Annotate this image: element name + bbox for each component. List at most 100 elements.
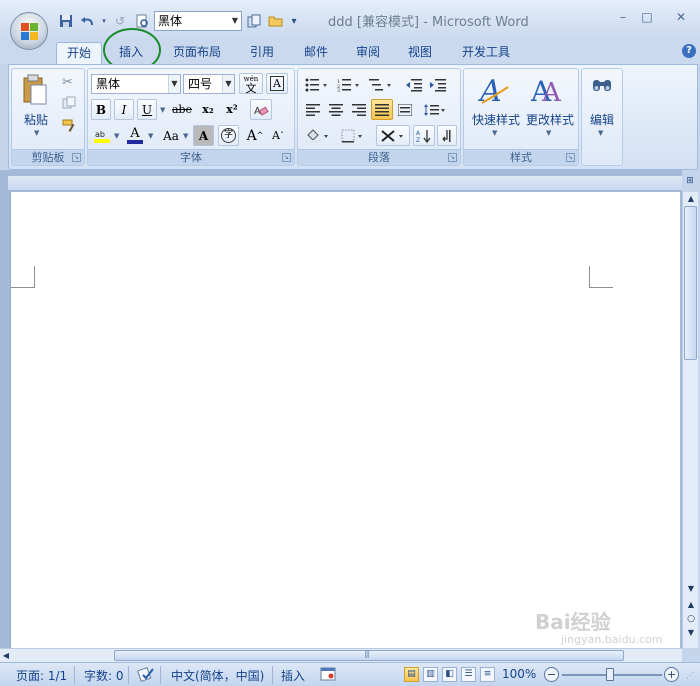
- change-styles-icon[interactable]: AA: [530, 73, 564, 110]
- bullets-icon[interactable]: [302, 74, 332, 95]
- multilevel-list-icon[interactable]: [366, 74, 396, 95]
- qat-font-combo[interactable]: 黑体 ▼: [154, 11, 242, 31]
- quick-styles-label[interactable]: 快速样式: [468, 111, 524, 128]
- align-left-icon[interactable]: [302, 99, 324, 120]
- full-screen-reading-icon[interactable]: ▥: [423, 667, 438, 682]
- vertical-scroll-thumb[interactable]: [684, 206, 697, 360]
- paste-dropdown-icon[interactable]: ▼: [34, 129, 39, 137]
- cut-icon[interactable]: ✂: [62, 75, 73, 90]
- quick-styles-icon[interactable]: A: [477, 73, 510, 110]
- maximize-button[interactable]: □: [638, 10, 656, 26]
- paragraph-launcher-icon[interactable]: ↘: [448, 153, 457, 162]
- change-case-button[interactable]: Aa: [158, 125, 184, 146]
- subscript-button[interactable]: x₂: [197, 99, 219, 120]
- tab-mailings[interactable]: 邮件: [294, 42, 338, 64]
- scroll-left-icon[interactable]: ◀: [0, 649, 12, 662]
- align-center-icon[interactable]: [325, 99, 347, 120]
- zoom-in-icon[interactable]: +: [664, 667, 679, 682]
- zoom-out-icon[interactable]: −: [544, 667, 559, 682]
- change-case-dropdown-icon[interactable]: ▼: [183, 132, 188, 140]
- italic-button[interactable]: I: [114, 99, 134, 120]
- minimize-button[interactable]: –: [614, 10, 632, 26]
- strikethrough-button[interactable]: abe: [169, 99, 195, 120]
- tab-home[interactable]: 开始: [56, 42, 102, 64]
- ruler-toggle-icon[interactable]: ⊞: [683, 176, 697, 190]
- asian-layout-icon[interactable]: [376, 125, 410, 146]
- vertical-scrollbar[interactable]: ▲ ▼ ▲ ○ ▼: [682, 192, 698, 648]
- format-painter-icon[interactable]: [62, 119, 78, 136]
- shrink-font-button[interactable]: Aˇ: [268, 125, 288, 146]
- copy-format-icon[interactable]: [62, 96, 76, 112]
- proofing-icon[interactable]: [136, 666, 155, 685]
- paste-icon[interactable]: [22, 74, 48, 109]
- previous-page-icon[interactable]: ▲: [683, 598, 699, 612]
- bold-button[interactable]: B: [91, 99, 111, 120]
- copy-icon[interactable]: [244, 11, 264, 31]
- draft-view-icon[interactable]: ≡: [480, 667, 495, 682]
- quick-styles-dropdown-icon[interactable]: ▼: [492, 129, 497, 137]
- line-spacing-icon[interactable]: [420, 99, 450, 120]
- tab-review[interactable]: 审阅: [346, 42, 390, 64]
- zoom-slider-thumb[interactable]: [606, 668, 614, 681]
- tab-references[interactable]: 引用: [240, 42, 284, 64]
- paste-label[interactable]: 粘贴: [18, 111, 54, 128]
- page-count[interactable]: 页面: 1/1: [16, 667, 67, 684]
- web-layout-icon[interactable]: ◧: [442, 667, 457, 682]
- font-color-dropdown-icon[interactable]: ▼: [148, 132, 153, 140]
- underline-dropdown-icon[interactable]: ▼: [160, 106, 165, 114]
- superscript-button[interactable]: x²: [221, 99, 243, 120]
- highlight-icon[interactable]: ab: [91, 125, 113, 146]
- next-page-icon[interactable]: ▼: [683, 626, 699, 640]
- document-page[interactable]: [10, 192, 680, 648]
- decrease-indent-icon[interactable]: [402, 74, 426, 95]
- office-button[interactable]: [10, 12, 48, 50]
- undo-icon[interactable]: [78, 11, 98, 31]
- tab-developer[interactable]: 开发工具: [452, 42, 520, 64]
- tab-page-layout[interactable]: 页面布局: [164, 42, 230, 64]
- font-name-combo[interactable]: 黑体 ▼: [91, 74, 181, 94]
- font-launcher-icon[interactable]: ↘: [282, 153, 291, 162]
- insert-mode[interactable]: 插入: [281, 667, 305, 684]
- change-styles-dropdown-icon[interactable]: ▼: [546, 129, 551, 137]
- sort-icon[interactable]: AZ: [413, 125, 435, 146]
- font-size-combo[interactable]: 四号 ▼: [183, 74, 235, 94]
- close-button[interactable]: ✕: [672, 10, 690, 26]
- editing-label[interactable]: 编辑: [582, 111, 622, 128]
- language-indicator[interactable]: 中文(简体，中国): [171, 667, 264, 684]
- browse-object-icon[interactable]: ○: [683, 612, 699, 626]
- char-shading-button[interactable]: A: [193, 125, 214, 146]
- phonetic-guide-button[interactable]: wén 文: [239, 73, 263, 94]
- change-styles-label[interactable]: 更改样式: [522, 111, 578, 128]
- scroll-up-icon[interactable]: ▲: [683, 192, 699, 206]
- grow-font-button[interactable]: A ^: [245, 125, 265, 146]
- horizontal-scrollbar[interactable]: ◀ |||: [0, 648, 682, 662]
- font-color-button[interactable]: A: [124, 125, 146, 146]
- undo-dropdown-icon[interactable]: ▾: [100, 11, 108, 31]
- word-count[interactable]: 字数: 0: [84, 667, 124, 684]
- help-icon[interactable]: ?: [682, 44, 696, 58]
- char-border-button[interactable]: A: [266, 73, 288, 94]
- clear-formatting-icon[interactable]: A: [250, 99, 272, 120]
- print-layout-view-icon[interactable]: ▤: [404, 667, 419, 682]
- save-icon[interactable]: [56, 11, 76, 31]
- tab-view[interactable]: 视图: [398, 42, 442, 64]
- distributed-icon[interactable]: [394, 99, 416, 120]
- increase-indent-icon[interactable]: [426, 74, 450, 95]
- show-marks-icon[interactable]: [437, 125, 457, 146]
- customize-qat-icon[interactable]: ▾: [288, 11, 300, 31]
- binoculars-icon[interactable]: [592, 77, 612, 96]
- align-right-icon[interactable]: [348, 99, 370, 120]
- numbering-icon[interactable]: 123: [334, 74, 364, 95]
- borders-icon[interactable]: [338, 125, 368, 146]
- zoom-level[interactable]: 100%: [502, 667, 536, 681]
- resize-grip-icon[interactable]: ⋰: [686, 671, 694, 680]
- macro-record-icon[interactable]: [320, 667, 336, 684]
- underline-button[interactable]: U: [137, 99, 157, 120]
- outline-view-icon[interactable]: ☰: [461, 667, 476, 682]
- open-folder-icon[interactable]: [266, 11, 286, 31]
- styles-launcher-icon[interactable]: ↘: [566, 153, 575, 162]
- shading-icon[interactable]: [302, 125, 334, 146]
- scroll-down-icon[interactable]: ▼: [683, 582, 699, 596]
- highlight-dropdown-icon[interactable]: ▼: [114, 132, 119, 140]
- clipboard-launcher-icon[interactable]: ↘: [72, 153, 81, 162]
